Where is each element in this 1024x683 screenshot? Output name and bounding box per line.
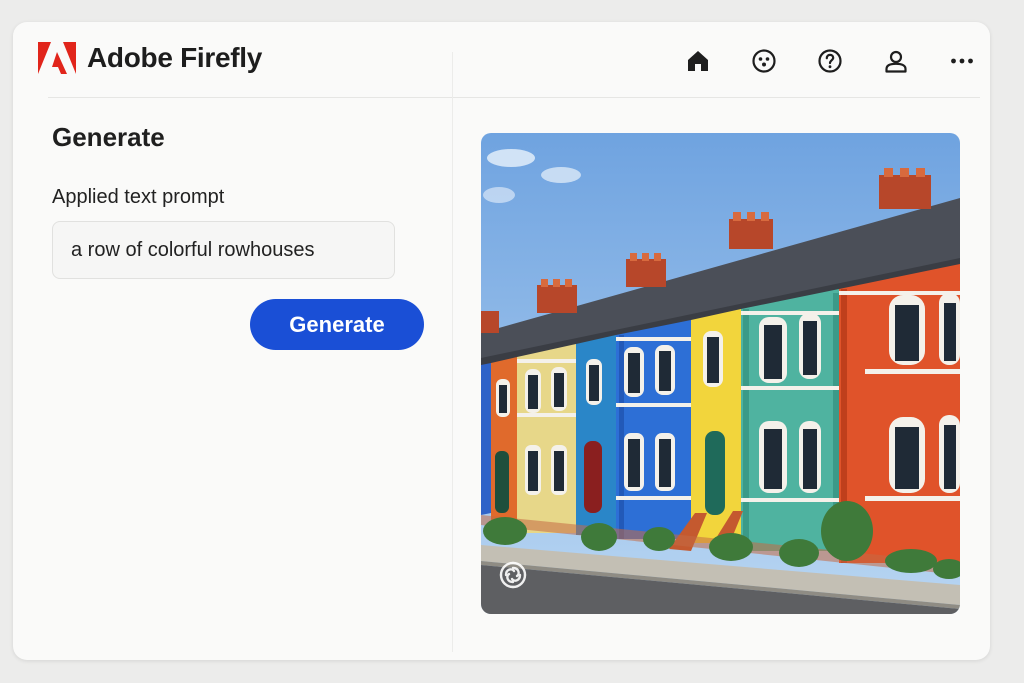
rowhouses-illustration bbox=[481, 133, 960, 614]
home-icon bbox=[688, 51, 708, 71]
generated-image[interactable] bbox=[481, 133, 960, 614]
firefly-swirl-icon bbox=[499, 561, 527, 589]
more-button[interactable] bbox=[947, 46, 977, 76]
main-card: Adobe Firefly Generate Applied text prom… bbox=[13, 22, 990, 660]
generate-button[interactable]: Generate bbox=[250, 299, 424, 350]
panel-divider bbox=[452, 52, 453, 652]
face-icon bbox=[752, 49, 776, 73]
home-button[interactable] bbox=[683, 46, 713, 76]
button-row: Generate bbox=[52, 299, 424, 350]
header-nav bbox=[683, 46, 977, 76]
prompt-label: Applied text prompt bbox=[52, 186, 225, 208]
generate-panel: Generate Applied text prompt Generate bbox=[52, 122, 432, 350]
more-icon bbox=[951, 58, 973, 64]
profile-button[interactable] bbox=[881, 46, 911, 76]
community-button[interactable] bbox=[749, 46, 779, 76]
help-button[interactable] bbox=[815, 46, 845, 76]
app-header: Adobe Firefly bbox=[13, 22, 990, 98]
app-title: Adobe Firefly bbox=[87, 42, 263, 73]
adobe-logo-icon bbox=[38, 42, 76, 74]
section-title: Generate bbox=[52, 122, 165, 152]
brand[interactable]: Adobe Firefly bbox=[38, 42, 262, 74]
user-icon bbox=[885, 50, 907, 73]
header-divider bbox=[48, 97, 980, 98]
help-icon bbox=[818, 49, 842, 73]
prompt-input[interactable] bbox=[52, 221, 395, 279]
